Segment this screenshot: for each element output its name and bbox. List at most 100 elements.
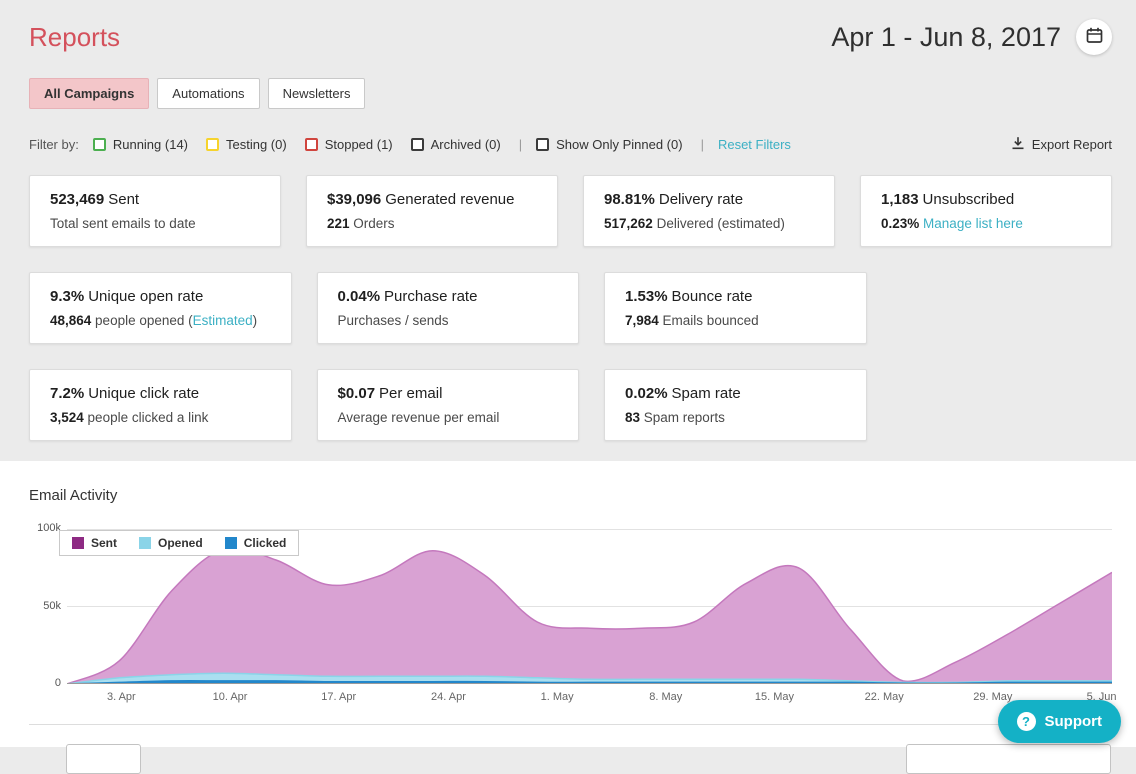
stat-card-delivery-rate: 98.81%Delivery rate 517,262 Delivered (e… [583,175,835,247]
date-range-picker: Apr 1 - Jun 8, 2017 [831,19,1112,55]
header: Reports Apr 1 - Jun 8, 2017 [29,19,1112,55]
stopped-label: Stopped (1) [325,137,393,152]
stat-sub-text: Orders [350,216,395,231]
stat-title: Spam rate [672,385,741,402]
email-activity-section: Email Activity Sent Opened Clicked 3. Ap… [0,461,1136,747]
stat-value: 0.04% [338,288,381,305]
running-label: Running (14) [113,137,188,152]
chart-legend: Sent Opened Clicked [59,530,299,556]
x-axis-tick-label: 10. Apr [213,691,248,703]
y-axis-tick-label: 50k [29,600,61,612]
stat-card-unique-open-rate: 9.3%Unique open rate 48,864 people opene… [29,272,292,344]
stat-value: $0.07 [338,385,376,402]
stat-sub-suffix: ) [253,313,258,328]
reset-filters-link[interactable]: Reset Filters [718,137,791,152]
stat-title: Purchase rate [384,288,477,305]
stat-sub-value: 0.23% [881,216,919,231]
calendar-icon [1086,27,1103,47]
tab-automations[interactable]: Automations [157,78,259,109]
stat-sub-value: 48,864 [50,313,91,328]
stat-card-purchase-rate: 0.04%Purchase rate Purchases / sends [317,272,580,344]
filter-running[interactable]: Running (14) [93,137,188,152]
page-title: Reports [29,22,120,53]
stat-title: Bounce rate [672,288,753,305]
bottom-control-right[interactable] [906,744,1111,774]
help-icon: ? [1017,712,1036,731]
stat-sub-text: Emails bounced [659,313,759,328]
legend-label: Opened [158,536,203,550]
stat-value: 1,183 [881,191,919,208]
stat-sub-value: 221 [327,216,350,231]
stat-title: Unique click rate [88,385,199,402]
show-only-pinned-checkbox[interactable] [536,138,549,151]
archived-label: Archived (0) [431,137,501,152]
sent-swatch-icon [72,537,84,549]
stat-sub-value: 7,984 [625,313,659,328]
manage-list-link[interactable]: Manage list here [923,216,1023,231]
testing-label: Testing (0) [226,137,287,152]
stat-title: Sent [108,191,139,208]
campaign-type-tabs: All Campaigns Automations Newsletters [29,78,1112,109]
stat-sub-text: Delivered (estimated) [653,216,785,231]
estimated-link[interactable]: Estimated [193,313,253,328]
filter-by-label: Filter by: [29,137,79,152]
filter-separator: | [701,137,704,152]
x-axis-tick-label: 1. May [541,691,574,703]
legend-label: Sent [91,536,117,550]
show-only-pinned-label: Show Only Pinned (0) [556,137,682,152]
stats-row-2: 9.3%Unique open rate 48,864 people opene… [29,272,1112,344]
clicked-swatch-icon [225,537,237,549]
filter-testing[interactable]: Testing (0) [206,137,287,152]
stat-sub-value: 3,524 [50,410,84,425]
running-checkbox[interactable] [93,138,106,151]
filter-archived[interactable]: Archived (0) [411,137,501,152]
bottom-control-left[interactable] [66,744,141,774]
stat-title: Unique open rate [88,288,203,305]
empty-grid-cell [892,369,1113,441]
x-axis-tick-label: 15. May [755,691,794,703]
filter-show-only-pinned[interactable]: Show Only Pinned (0) [536,137,682,152]
x-axis-tick-label: 3. Apr [107,691,136,703]
export-report-button[interactable]: Export Report [1011,136,1112,153]
x-axis: 3. Apr10. Apr17. Apr24. Apr1. May8. May1… [67,684,1112,704]
x-axis-tick-label: 17. Apr [321,691,356,703]
download-icon [1011,136,1025,153]
stat-sub-value: 83 [625,410,640,425]
empty-grid-cell [892,272,1113,344]
calendar-button[interactable] [1076,19,1112,55]
tab-all-campaigns[interactable]: All Campaigns [29,78,149,109]
legend-item-opened: Opened [139,536,203,550]
stat-title: Unsubscribed [923,191,1015,208]
filter-bar: Filter by: Running (14) Testing (0) Stop… [29,136,1112,153]
stat-card-spam-rate: 0.02%Spam rate 83 Spam reports [604,369,867,441]
email-activity-chart: Sent Opened Clicked 3. Apr 10. Apr 17. Apr… [29,529,1112,704]
tab-newsletters[interactable]: Newsletters [268,78,366,109]
support-button[interactable]: ? Support [998,700,1122,743]
reports-top-section: Reports Apr 1 - Jun 8, 2017 All Campaign… [0,0,1136,461]
stopped-checkbox[interactable] [305,138,318,151]
archived-checkbox[interactable] [411,138,424,151]
filter-stopped[interactable]: Stopped (1) [305,137,393,152]
section-divider [29,724,1108,725]
x-axis-tick-label: 8. May [649,691,682,703]
stat-title: Per email [379,385,442,402]
legend-item-clicked: Clicked [225,536,287,550]
opened-swatch-icon [139,537,151,549]
support-label: Support [1045,713,1103,730]
stat-value: 1.53% [625,288,668,305]
legend-item-sent: Sent [72,536,117,550]
stat-value: 9.3% [50,288,84,305]
stat-sub-text: Total sent emails to date [50,216,196,231]
stat-sub-text: Purchases / sends [338,313,449,328]
export-report-label: Export Report [1032,137,1112,152]
stat-card-generated-revenue: $39,096Generated revenue 221 Orders [306,175,558,247]
x-axis-tick-label: 29. May [973,691,1012,703]
legend-label: Clicked [244,536,287,550]
testing-checkbox[interactable] [206,138,219,151]
stat-sub-value: 517,262 [604,216,653,231]
y-axis-tick-label: 100k [29,522,61,534]
stat-title: Delivery rate [659,191,743,208]
stat-value: 98.81% [604,191,655,208]
chart-title: Email Activity [29,487,1112,504]
stats-row-1: 523,469Sent Total sent emails to date $3… [29,175,1112,247]
